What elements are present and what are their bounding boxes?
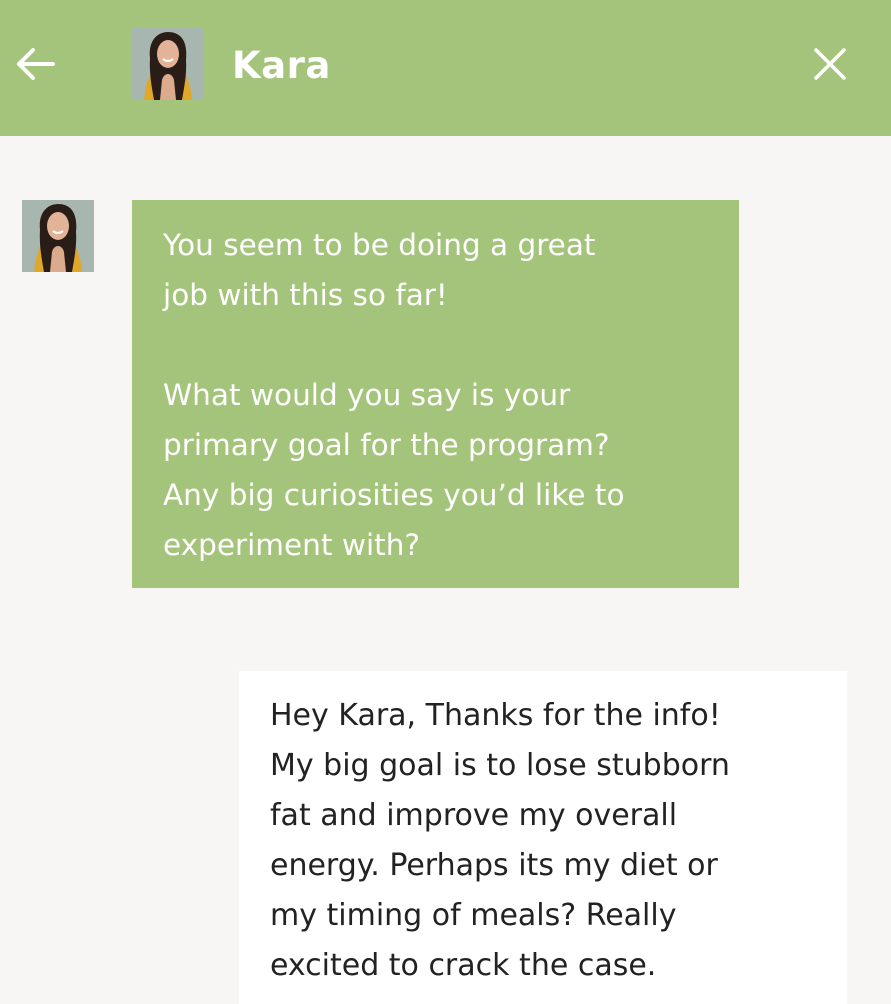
message-text: What would you say is your primary goal … [163,378,625,562]
incoming-message-bubble: You seem to be doing a great job with th… [132,200,739,588]
back-button[interactable] [12,40,60,88]
close-icon [814,48,846,80]
close-button[interactable] [806,40,854,88]
message-text: Hey Kara, Thanks for the info! My big go… [270,698,730,983]
contact-name: Kara [232,44,331,87]
contact-avatar[interactable] [132,28,204,100]
message-text: You seem to be doing a great job with th… [163,228,596,312]
outgoing-message-bubble: Hey Kara, Thanks for the info! My big go… [239,671,847,1004]
chat-header: Kara [0,0,891,136]
arrow-left-icon [17,48,55,80]
sender-avatar[interactable] [22,200,94,272]
